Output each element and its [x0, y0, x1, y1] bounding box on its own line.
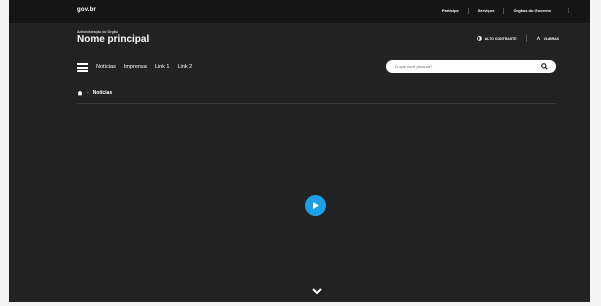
more-options-icon[interactable]: ⋮ [566, 8, 571, 14]
search-icon[interactable] [541, 63, 548, 70]
gov-links: Participe Serviços Órgãos do Governo ⋮ [433, 8, 571, 14]
main-nav: Notícias Imprensa Link 1 Link 2 [96, 63, 192, 71]
play-icon [313, 202, 319, 209]
vlibras-button[interactable]: VLIBRAS [536, 36, 559, 41]
gov-link-participe[interactable]: Participe [433, 8, 468, 14]
gov-logo[interactable]: gov.br [77, 7, 96, 13]
left-margin [0, 0, 9, 306]
accessibility-icon [536, 36, 540, 41]
contrast-icon [476, 36, 482, 41]
high-contrast-label: ALTO CONTRASTE [484, 36, 517, 41]
bottom-margin [0, 302, 601, 306]
breadcrumb: › Notícias [77, 90, 112, 96]
breadcrumb-separator-icon: › [87, 90, 89, 96]
org-name[interactable]: Nome principal [77, 34, 149, 45]
play-button[interactable] [305, 195, 326, 216]
gov-link-servicos[interactable]: Serviços [467, 8, 504, 14]
page: gov.br Participe Serviços Órgãos do Gove… [0, 0, 601, 306]
nav-item-link-1[interactable]: Link 1 [155, 63, 170, 71]
main-content: Administração do Órgão Nome principal AL… [9, 23, 590, 302]
gov-link-orgaos[interactable]: Órgãos do Governo [503, 8, 560, 14]
breadcrumb-current: Notícias [92, 90, 113, 96]
search-placeholder: O que você procura? [395, 64, 433, 69]
right-margin [590, 0, 601, 306]
high-contrast-button[interactable]: ALTO CONTRASTE [476, 36, 517, 41]
home-icon[interactable] [77, 90, 83, 96]
header-divider [77, 103, 556, 104]
vlibras-label: VLIBRAS [543, 36, 559, 41]
search-input[interactable]: O que você procura? [386, 60, 556, 73]
nav-item-link-2[interactable]: Link 2 [178, 63, 193, 71]
tools-divider [525, 35, 527, 42]
gov-top-bar: gov.br Participe Serviços Órgãos do Gove… [9, 0, 590, 23]
hamburger-menu-icon[interactable] [77, 63, 88, 72]
chevron-down-icon[interactable] [312, 288, 322, 295]
nav-item-imprensa[interactable]: Imprensa [124, 63, 147, 71]
nav-item-noticias[interactable]: Notícias [96, 63, 116, 71]
header-tools: ALTO CONTRASTE VLIBRAS [476, 35, 559, 42]
